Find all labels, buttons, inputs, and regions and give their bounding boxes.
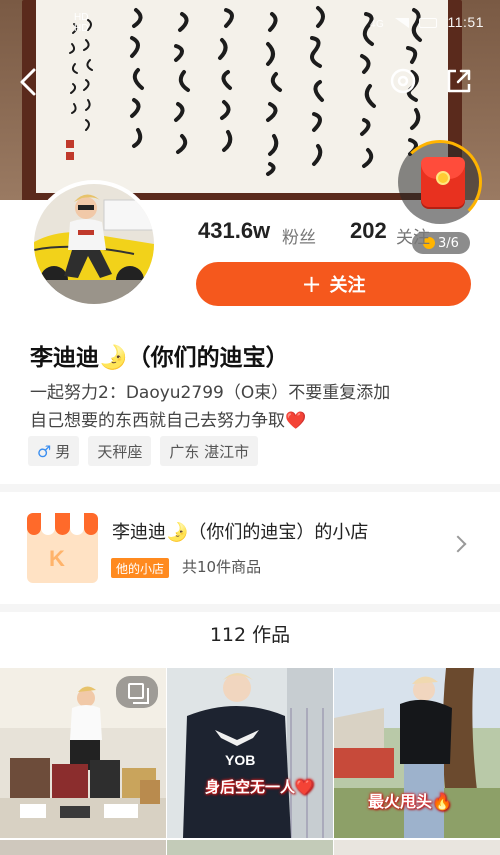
battery-icon (419, 18, 438, 29)
profile-name: 李迪迪🌛（你们的迪宝） (30, 345, 289, 371)
gender-label: 男 (55, 442, 71, 461)
chevron-left-icon (20, 68, 36, 96)
share-button[interactable] (444, 66, 474, 96)
network-indicator: 4G (369, 19, 385, 30)
work-thumbnail-3[interactable]: 最火甩头🔥 (334, 668, 500, 838)
avatar[interactable] (30, 180, 158, 308)
signal-icon (394, 18, 409, 29)
section-divider (0, 484, 500, 492)
male-icon: ♂ (37, 441, 52, 461)
red-packet-icon (421, 157, 465, 207)
red-packet-progress-text: 3/6 (438, 235, 459, 251)
store-badge: 他的小店 (111, 558, 170, 578)
hd-indicator: HD (74, 12, 89, 23)
following-count[interactable]: 202 (350, 218, 387, 244)
section-divider-2 (0, 604, 500, 612)
status-time: 11:51 (447, 14, 484, 30)
hd-indicator-2: HD (74, 23, 89, 34)
location-tag: 广东 湛江市 (160, 436, 259, 466)
settings-icon (390, 68, 416, 94)
profile-tags: ♂ 男 天秤座 广东 湛江市 (28, 436, 259, 466)
status-bar-right: 4G 11:51 (370, 14, 484, 30)
settings-button[interactable] (386, 64, 420, 98)
plus-icon: + (301, 270, 322, 298)
bio-line-2: 自己想要的东西就自己去努力争取❤️ (30, 411, 307, 431)
share-icon (447, 69, 471, 93)
store-icon-letter: K (49, 546, 65, 571)
work-thumbnail-4[interactable] (0, 840, 166, 855)
following-label[interactable]: 关注 (396, 223, 430, 248)
work-thumbnail-2[interactable]: YOB 身后空无一人❤️ (167, 668, 333, 838)
red-packet-widget[interactable] (398, 140, 482, 224)
gender-tag: ♂ 男 (28, 436, 80, 466)
works-grid: YOB 身后空无一人❤️ 最火甩头🔥 (0, 668, 500, 855)
work-image-3 (334, 668, 500, 838)
bio-line-1: 一起努力2：Daoyu2799（O束）不要重复添加 (30, 383, 391, 403)
status-bar-indicators: HD HD (74, 12, 88, 34)
zodiac-tag: 天秤座 (88, 436, 152, 466)
fans-label[interactable]: 粉丝 (282, 223, 316, 248)
works-count[interactable]: 112 作品 (0, 620, 500, 647)
profile-page: HD HD 4G 11:51 3/6 431.6w 粉丝 202 关注 + 关注… (0, 0, 500, 855)
gallery-icon (116, 676, 158, 708)
store-title: 李迪迪🌛（你们的迪宝）的小店 (112, 522, 369, 543)
work-thumbnail-1[interactable] (0, 668, 166, 838)
fans-count[interactable]: 431.6w (198, 218, 270, 244)
work-caption-2: 身后空无一人❤️ (205, 778, 314, 796)
follow-button[interactable]: + 关注 (196, 262, 471, 306)
avatar-illustration (34, 184, 154, 304)
back-button[interactable] (16, 66, 44, 98)
work-thumbnail-6[interactable] (334, 840, 500, 855)
avatar-photo (34, 184, 154, 304)
store-row[interactable]: K 李迪迪🌛（你们的迪宝）的小店 (0, 496, 500, 604)
follow-button-label: 关注 (329, 275, 366, 296)
work-thumbnail-5[interactable] (167, 840, 333, 855)
store-product-count: 共10件商品 (182, 558, 262, 576)
work-caption-3: 最火甩头🔥 (368, 792, 452, 811)
sweater-print: YOB (225, 752, 256, 768)
store-icon: K (27, 513, 98, 583)
